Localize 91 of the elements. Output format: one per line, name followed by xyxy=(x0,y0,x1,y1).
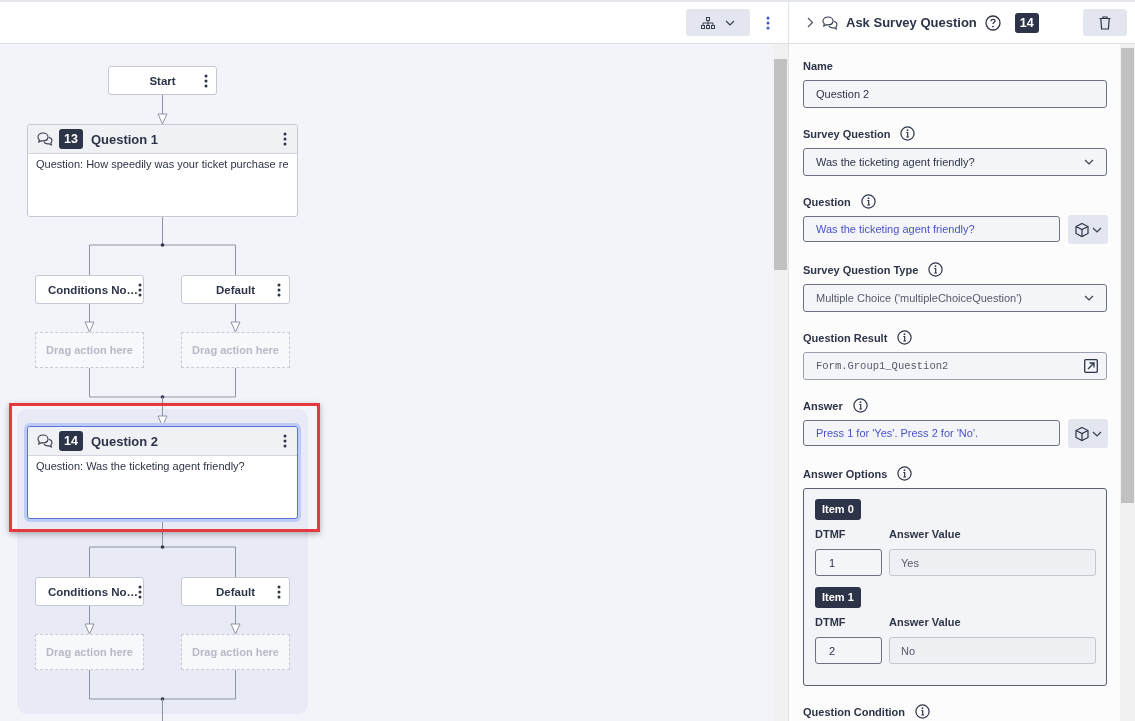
layout-button[interactable] xyxy=(686,9,750,36)
node-description: Question: Was the ticketing agent friendly? xyxy=(35,459,246,474)
field-label: Answer xyxy=(803,399,843,412)
dropdown[interactable]: Multiple Choice ('multipleChoiceQuestion') xyxy=(803,284,1107,312)
expression-field[interactable]: Press 1 for 'Yes'. Press 2 for 'No'. xyxy=(803,420,1060,446)
scrollbar[interactable] xyxy=(1120,44,1135,721)
start-node[interactable]: Start xyxy=(108,66,217,95)
connector-arrow xyxy=(230,303,241,333)
field-label: Question xyxy=(803,195,851,208)
field-label: Survey Question xyxy=(803,127,891,140)
field-label: Survey Question Type xyxy=(803,263,919,276)
chevron-down-icon xyxy=(725,19,735,26)
connector-arrow xyxy=(84,605,95,635)
chevron-right-icon[interactable] xyxy=(807,17,814,28)
delete-button[interactable] xyxy=(1083,9,1127,36)
field-label: Answer Value xyxy=(889,528,962,540)
expression-menu-button[interactable] xyxy=(1068,215,1108,244)
step-number-badge: 13 xyxy=(59,129,83,149)
info-icon[interactable] xyxy=(852,398,868,413)
expression-menu-button[interactable] xyxy=(1068,419,1108,448)
node-description: Question: How speedily was your ticket purchase re xyxy=(35,157,290,172)
path-node[interactable]: Default xyxy=(181,275,290,304)
info-icon[interactable] xyxy=(928,262,944,277)
name-field[interactable]: Question 2 xyxy=(803,80,1107,108)
panel-title: Ask Survey Question xyxy=(846,15,977,30)
expression-field[interactable]: Was the ticketing agent friendly? xyxy=(803,216,1060,242)
junction-dot xyxy=(160,243,165,247)
answer-value-field[interactable]: Yes xyxy=(889,549,1096,576)
hierarchy-icon xyxy=(701,16,715,29)
open-in-new-icon[interactable] xyxy=(1084,359,1098,373)
variable-field[interactable]: Form.Group1_Question2 xyxy=(803,352,1107,380)
chat-bubbles-icon xyxy=(37,434,53,448)
chevron-down-icon xyxy=(1084,295,1094,301)
info-icon[interactable] xyxy=(900,126,916,141)
node-label: Conditions No… xyxy=(48,585,139,598)
path-node[interactable]: Default xyxy=(181,577,290,606)
field-label: Name xyxy=(803,59,833,72)
node-label: Default xyxy=(215,283,256,296)
step-number-badge: 14 xyxy=(59,431,83,451)
dtmf-field[interactable]: 2 xyxy=(815,637,882,664)
path-node[interactable]: Conditions No… xyxy=(35,577,144,606)
node-label: Start xyxy=(148,74,177,87)
node-label: Conditions No… xyxy=(48,283,139,296)
info-icon[interactable] xyxy=(897,330,913,345)
more-options-icon[interactable] xyxy=(138,282,143,297)
trash-icon xyxy=(1099,15,1111,30)
more-options-icon[interactable] xyxy=(138,584,143,599)
help-icon[interactable] xyxy=(984,14,1001,31)
chat-bubbles-icon xyxy=(37,132,53,146)
item-badge: Item 0 xyxy=(815,499,861,520)
field-label: DTMF xyxy=(815,528,847,540)
action-node[interactable]: 14 Question 2 Question: Was the ticketing agent friendly? xyxy=(27,426,298,519)
more-options-icon[interactable] xyxy=(204,73,208,88)
answer-value-field[interactable]: No xyxy=(889,637,1096,664)
node-title: Question 1 xyxy=(90,131,160,147)
field-label: DTMF xyxy=(815,616,847,628)
dtmf-field[interactable]: 1 xyxy=(815,549,882,576)
connector-arrow xyxy=(230,605,241,635)
chat-bubbles-icon xyxy=(822,15,838,30)
cube-icon xyxy=(1074,221,1090,238)
action-node[interactable]: 13 Question 1 Question: How speedily was your ticket purchase re xyxy=(27,124,298,217)
field-label: Question Condition xyxy=(803,705,906,718)
junction-dot xyxy=(160,697,165,701)
more-options-icon[interactable] xyxy=(283,132,287,146)
chevron-down-icon xyxy=(1092,430,1102,437)
more-options-icon[interactable] xyxy=(283,434,287,448)
junction-dot xyxy=(160,545,165,549)
connector-arrow xyxy=(157,94,168,125)
node-label: Default xyxy=(215,585,256,598)
scrollbar[interactable] xyxy=(773,44,788,721)
more-options-icon[interactable] xyxy=(766,15,770,30)
info-icon[interactable] xyxy=(897,466,913,481)
step-number-badge: 14 xyxy=(1014,12,1039,33)
cube-icon xyxy=(1074,425,1090,442)
info-icon[interactable] xyxy=(915,704,931,719)
node-title: Question 2 xyxy=(90,433,160,449)
connector-arrow xyxy=(84,303,95,333)
scrollbar-thumb[interactable] xyxy=(1121,48,1134,503)
field-label: Answer Options xyxy=(803,467,888,480)
chevron-down-icon xyxy=(1084,159,1094,165)
dropdown[interactable]: Was the ticketing agent friendly? xyxy=(803,148,1107,176)
item-badge: Item 1 xyxy=(815,587,861,608)
info-icon[interactable] xyxy=(860,194,876,209)
field-label: Question Result xyxy=(803,331,888,344)
more-options-icon[interactable] xyxy=(277,584,281,599)
more-options-icon[interactable] xyxy=(277,282,281,297)
chevron-down-icon xyxy=(1092,226,1102,233)
scrollbar-thumb[interactable] xyxy=(774,59,787,270)
junction-dot xyxy=(160,395,165,399)
path-node[interactable]: Conditions No… xyxy=(35,275,144,304)
field-label: Answer Value xyxy=(889,616,962,628)
